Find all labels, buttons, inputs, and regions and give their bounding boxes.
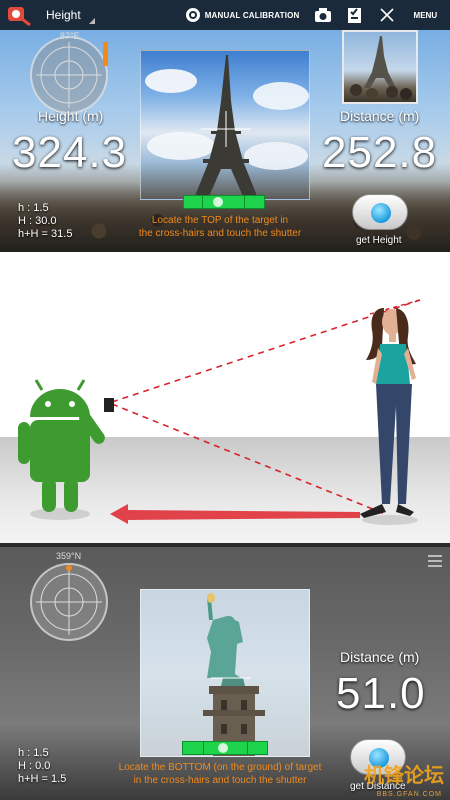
compass-dial [30, 36, 108, 114]
level-bubble [213, 197, 223, 207]
height-label: Height (m) [38, 108, 104, 124]
compass-heading: 87°E [60, 31, 80, 41]
distance-label: Distance (m) [340, 108, 420, 124]
level-green-bar [183, 195, 265, 209]
statue-of-liberty-viewfinder [140, 589, 310, 757]
hamburger-menu-icon[interactable] [428, 555, 442, 570]
height-params-bottom: h : 1.5 H : 0.0 h+H = 1.5 [18, 747, 66, 786]
top-toolbar: Height MANUAL CALIBRATION MENU [0, 0, 450, 30]
distance-camera-view: 359°N Distance (m) 51.0 h : 1.5 H : 0.0 … [0, 547, 450, 800]
notes-edit-icon[interactable] [346, 6, 364, 24]
height-camera-view: 87°E Height (m) 324.3 Distance (m) 252.8… [0, 30, 450, 252]
camera-height-h-bottom: h : 1.5 [18, 747, 49, 759]
calibration-icon [185, 8, 200, 22]
eiffel-tower-viewfinder [140, 50, 310, 200]
camera-height-h: h : 1.5 [18, 202, 49, 214]
manual-calibration-label: MANUAL CALIBRATION [204, 10, 300, 20]
measurement-illustration [0, 252, 450, 545]
woman-target-figure [360, 308, 418, 525]
target-thumbnail[interactable] [342, 30, 418, 104]
total-height: h+H = 31.5 [18, 228, 73, 240]
sight-line-bottom [111, 403, 386, 515]
app-logo-icon [6, 4, 32, 27]
distance-value: 252.8 [322, 128, 438, 177]
manual-calibration-button[interactable]: MANUAL CALIBRATION [185, 7, 300, 23]
platform-height-H-bottom: H : 0.0 [18, 760, 51, 772]
platform-height-H: H : 30.0 [18, 215, 57, 227]
shutter-icon [371, 203, 391, 223]
tilt-level-indicator [103, 42, 108, 66]
ground-distance-arrow [110, 504, 360, 524]
android-robot-figure [18, 379, 114, 520]
get-height-shutter-button[interactable] [352, 194, 408, 230]
distance-value-bottom: 51.0 [336, 669, 426, 718]
compass-heading-bottom: 359°N [56, 551, 82, 561]
height-params: h : 1.5 H : 30.0 h+H = 31.5 [18, 202, 72, 241]
dropdown-corner-icon [88, 18, 95, 24]
get-height-label: get Height [356, 235, 402, 246]
mode-dropdown[interactable]: Height [46, 8, 95, 24]
compass-dial-bottom [30, 563, 108, 641]
distance-label-bottom: Distance (m) [340, 649, 420, 665]
height-value: 324.3 [12, 128, 128, 177]
mode-dropdown-label: Height [46, 8, 81, 22]
close-icon[interactable] [378, 6, 396, 24]
north-marker-icon [66, 565, 72, 571]
forum-watermark: 机锋论坛 [364, 765, 444, 787]
forum-watermark-url: BBS.GFAN.COM [376, 791, 442, 798]
level-green-bar-bottom [182, 741, 268, 755]
total-height-bottom: h+H = 1.5 [18, 773, 67, 785]
menu-button[interactable]: MENU [414, 11, 438, 20]
instruction-hint-bottom: Locate the BOTTOM (on the ground) of tar… [118, 762, 322, 786]
level-bubble-bottom [218, 743, 228, 753]
instruction-hint: Locate the TOP of the target in the cros… [138, 215, 302, 239]
camera-icon[interactable] [314, 6, 332, 24]
